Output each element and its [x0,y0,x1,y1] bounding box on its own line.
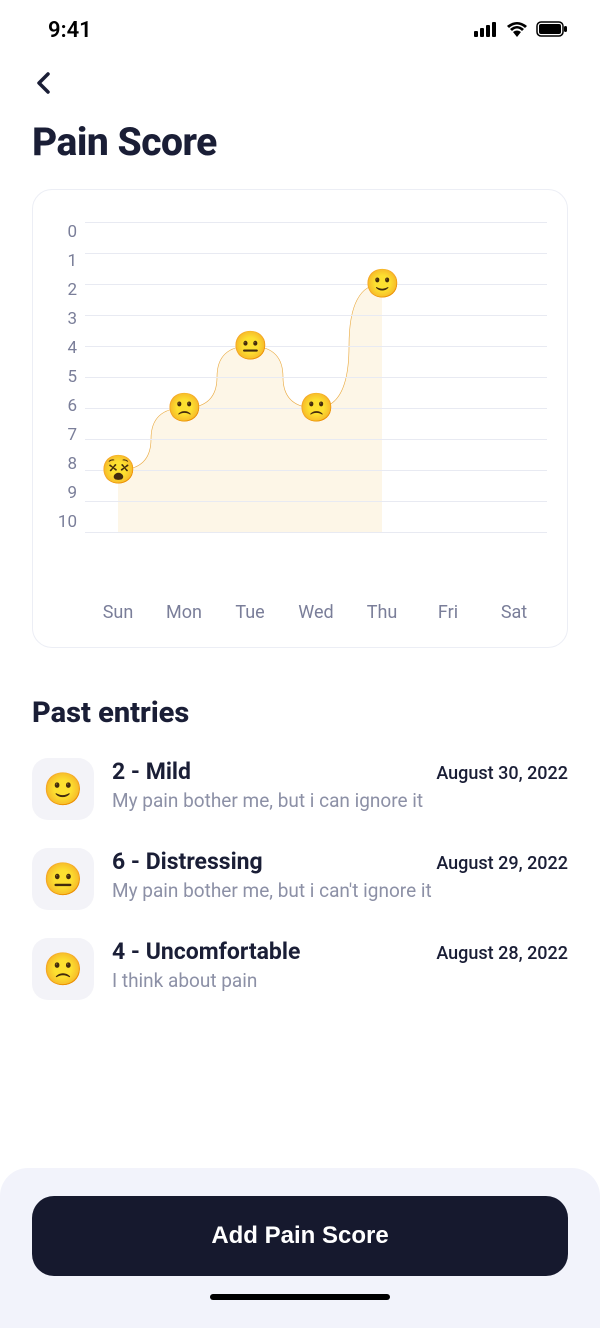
entry-title: 4 - Uncomfortable [112,938,300,965]
entry-item[interactable]: 🙁 4 - Uncomfortable August 28, 2022 I th… [0,928,600,1018]
x-tick: Fri [415,602,481,623]
chart-plot: 😵 🙁 😐 🙁 🙂 [85,222,547,532]
y-tick: 7 [67,425,77,445]
pain-score-chart: 0 1 2 3 4 5 6 7 8 9 10 😵 🙁 😐 🙁 🙂 SunMonTueWedThuFriSat [32,189,568,648]
bottom-bar: Add Pain Score [0,1168,600,1328]
status-icons [474,18,568,43]
home-indicator [210,1294,390,1300]
entries-list: 🙂 2 - Mild August 30, 2022 My pain bothe… [0,748,600,1018]
entry-emoji-icon: 😐 [32,848,94,910]
y-tick: 4 [67,338,77,358]
entry-title: 6 - Distressing [112,848,263,875]
entry-emoji-icon: 🙁 [32,938,94,1000]
entry-date: August 28, 2022 [436,943,568,964]
chart-point: 😵 [101,453,135,487]
chart-y-axis: 0 1 2 3 4 5 6 7 8 9 10 [53,222,85,532]
status-time: 9:41 [48,18,92,43]
chart-point: 🙂 [365,267,399,301]
chart-point: 😐 [233,329,267,363]
x-tick: Sun [85,602,151,623]
entry-desc: My pain bother me, but i can't ignore it [112,879,568,902]
back-button[interactable] [0,61,600,119]
y-tick: 8 [67,454,77,474]
battery-icon [536,18,568,43]
x-tick: Thu [349,602,415,623]
chevron-left-icon [32,71,56,95]
y-tick: 0 [67,222,77,242]
y-tick: 1 [67,251,77,271]
chart-x-axis: SunMonTueWedThuFriSat [85,602,547,623]
y-tick: 5 [67,367,77,387]
signal-icon [474,18,498,43]
y-tick: 10 [58,512,77,532]
wifi-icon [506,18,528,43]
x-tick: Tue [217,602,283,623]
y-tick: 2 [67,280,77,300]
page-title: Pain Score [0,119,600,189]
y-tick: 6 [67,396,77,416]
add-pain-score-button[interactable]: Add Pain Score [32,1196,568,1276]
entry-desc: I think about pain [112,969,568,992]
y-tick: 3 [67,309,77,329]
entry-desc: My pain bother me, but i can ignore it [112,789,568,812]
entry-item[interactable]: 🙂 2 - Mild August 30, 2022 My pain bothe… [0,748,600,838]
y-tick: 9 [67,483,77,503]
entry-date: August 29, 2022 [436,853,568,874]
chart-point: 🙁 [167,391,201,425]
past-entries-title: Past entries [0,648,600,748]
status-bar: 9:41 [0,0,600,61]
entry-title: 2 - Mild [112,758,191,785]
entry-date: August 30, 2022 [436,763,568,784]
x-tick: Wed [283,602,349,623]
x-tick: Sat [481,602,547,623]
x-tick: Mon [151,602,217,623]
chart-point: 🙁 [299,391,333,425]
entry-item[interactable]: 😐 6 - Distressing August 29, 2022 My pai… [0,838,600,928]
entry-emoji-icon: 🙂 [32,758,94,820]
